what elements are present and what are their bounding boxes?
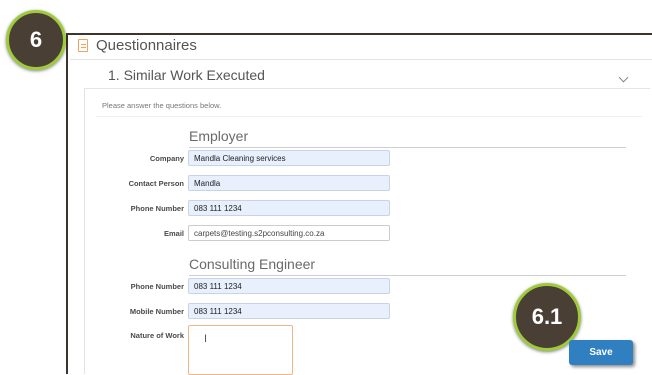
employer-heading: Employer	[189, 128, 249, 144]
section-title: 1. Similar Work Executed	[108, 67, 265, 83]
intro-text: Please answer the questions below.	[102, 101, 222, 110]
document-icon	[78, 39, 88, 52]
mobile-number-input[interactable]: 083 111 1234	[188, 303, 390, 319]
step-badge-6: 6	[6, 10, 66, 70]
text-cursor-icon: I	[204, 333, 208, 345]
engineer-phone-input[interactable]: 083 111 1234	[188, 278, 390, 294]
contact-person-label: Contact Person	[128, 179, 184, 188]
chevron-down-icon[interactable]	[618, 72, 629, 83]
save-button[interactable]: Save	[569, 340, 633, 365]
employer-phone-input[interactable]: 083 111 1234	[188, 200, 390, 216]
employer-phone-label: Phone Number	[130, 204, 184, 213]
nature-of-work-label: Nature of Work	[130, 331, 184, 340]
engineer-phone-label: Phone Number	[130, 282, 184, 291]
nature-of-work-textarea[interactable]: I	[188, 325, 293, 375]
consulting-engineer-heading: Consulting Engineer	[189, 256, 316, 272]
panel-left-border	[84, 89, 85, 374]
company-label: Company	[149, 154, 184, 163]
questionnaires-header[interactable]: Questionnaires	[70, 35, 652, 60]
section-header-similar-work[interactable]: 1. Similar Work Executed	[84, 60, 650, 89]
frame-left-line	[66, 33, 68, 374]
mobile-number-label: Mobile Number	[129, 307, 184, 316]
consulting-engineer-divider	[189, 275, 626, 276]
questionnaires-title: Questionnaires	[96, 37, 197, 54]
email-input[interactable]: carpets@testing.s2pconsulting.co.za	[188, 225, 390, 241]
company-input[interactable]: Mandla Cleaning services	[188, 150, 390, 166]
employer-divider	[189, 147, 626, 148]
contact-person-input[interactable]: Mandla	[188, 175, 390, 191]
divider	[96, 116, 642, 117]
email-label: Email	[163, 229, 184, 238]
